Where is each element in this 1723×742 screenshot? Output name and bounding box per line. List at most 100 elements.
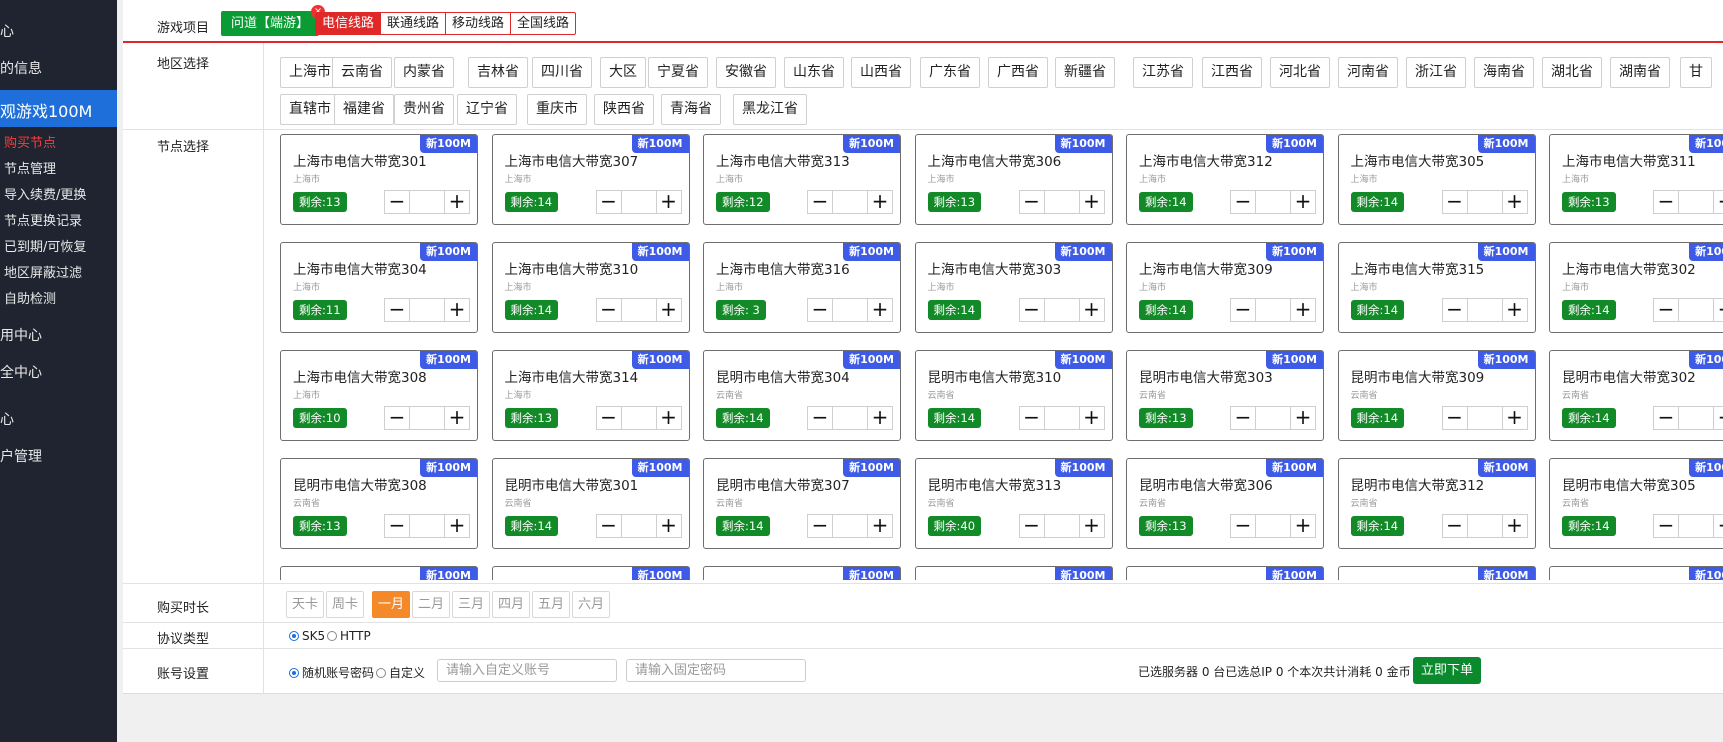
plus-icon[interactable]: +	[445, 191, 469, 213]
custom-account-input[interactable]	[437, 659, 617, 682]
region-button[interactable]: 海南省	[1474, 57, 1534, 88]
sidebar-item-my-info[interactable]: 的信息	[0, 59, 42, 79]
minus-icon[interactable]: −	[596, 299, 621, 321]
minus-icon[interactable]: −	[808, 299, 832, 321]
region-button[interactable]: 辽宁省	[457, 94, 517, 125]
plus-icon[interactable]: +	[1714, 191, 1723, 213]
node-card[interactable]: 新100M 昆明市电信大带宽312 云南省 剩余:14− +	[1337, 458, 1536, 549]
quantity-input[interactable]	[409, 515, 445, 537]
plus-icon[interactable]: +	[868, 407, 892, 429]
quantity-input[interactable]	[1678, 515, 1714, 537]
quantity-input[interactable]	[1678, 299, 1714, 321]
node-card[interactable]: 新100M 上海市电信大带宽308 上海市 剩余:10− +	[280, 350, 478, 441]
node-card[interactable]: 新100M 昆明市电信大带宽301 云南省 剩余:14− +	[491, 458, 690, 549]
node-card[interactable]: 新100M 昆明市电信大带宽310 云南省 剩余:14− +	[914, 350, 1113, 441]
minus-icon[interactable]: −	[1019, 515, 1044, 537]
plus-icon[interactable]: +	[1079, 407, 1104, 429]
minus-icon[interactable]: −	[808, 515, 832, 537]
quantity-input[interactable]	[832, 299, 868, 321]
region-button[interactable]: 福建省	[334, 94, 394, 125]
sidebar-sub-change-record[interactable]: 节点更换记录	[4, 210, 82, 229]
minus-icon[interactable]: −	[1019, 407, 1044, 429]
node-card[interactable]: 新100M	[491, 566, 690, 580]
plus-icon[interactable]: +	[445, 515, 469, 537]
node-card[interactable]: 新100M	[1549, 566, 1723, 580]
quantity-input[interactable]	[620, 515, 657, 537]
plus-icon[interactable]: +	[868, 515, 892, 537]
account-custom-radio[interactable]: 自定义	[376, 664, 425, 681]
sidebar-sub-expired[interactable]: 已到期/可恢复	[4, 236, 86, 255]
node-card[interactable]: 新100M	[703, 566, 901, 580]
plus-icon[interactable]: +	[1079, 191, 1104, 213]
plus-icon[interactable]: +	[656, 515, 681, 537]
sidebar-item-center[interactable]: 心	[0, 22, 14, 42]
minus-icon[interactable]: −	[596, 191, 621, 213]
plus-icon[interactable]: +	[1502, 299, 1527, 321]
node-card[interactable]: 新100M 上海市电信大带宽304 上海市 剩余:11− +	[280, 242, 478, 333]
node-card[interactable]: 新100M 昆明市电信大带宽308 云南省 剩余:13− +	[280, 458, 478, 549]
quantity-input[interactable]	[832, 191, 868, 213]
minus-icon[interactable]: −	[1231, 299, 1255, 321]
minus-icon[interactable]: −	[1442, 515, 1467, 537]
game-tag[interactable]: 问道【端游】 ×	[221, 5, 326, 36]
region-button[interactable]: 江西省	[1202, 57, 1262, 88]
quantity-input[interactable]	[1255, 407, 1291, 429]
region-button[interactable]: 广西省	[988, 57, 1048, 88]
quantity-input[interactable]	[832, 407, 868, 429]
sidebar-item-center-2[interactable]: 心	[0, 410, 14, 430]
region-button[interactable]: 重庆市	[527, 94, 587, 125]
sidebar-sub-buy-node[interactable]: 购买节点	[4, 132, 56, 151]
node-card[interactable]: 新100M 上海市电信大带宽307 上海市 剩余:14− +	[491, 134, 690, 225]
plus-icon[interactable]: +	[1714, 407, 1723, 429]
duration-option[interactable]: 天卡	[286, 591, 325, 618]
plus-icon[interactable]: +	[1502, 515, 1527, 537]
node-card[interactable]: 新100M 昆明市电信大带宽303 云南省 剩余:13− +	[1126, 350, 1324, 441]
quantity-input[interactable]	[1043, 299, 1080, 321]
plus-icon[interactable]: +	[868, 191, 892, 213]
minus-icon[interactable]: −	[1442, 191, 1467, 213]
plus-icon[interactable]: +	[656, 299, 681, 321]
node-card[interactable]: 新100M上海市电信大带宽302上海市剩余:14−+	[1549, 242, 1723, 333]
node-card[interactable]: 新100M	[1126, 566, 1324, 580]
minus-icon[interactable]: −	[596, 515, 621, 537]
tab-telecom[interactable]: 电信线路	[316, 13, 381, 34]
sidebar-sub-node-manage[interactable]: 节点管理	[4, 158, 56, 177]
minus-icon[interactable]: −	[1442, 299, 1467, 321]
region-button[interactable]: 山东省	[784, 57, 844, 88]
quantity-input[interactable]	[832, 515, 868, 537]
region-button[interactable]: 上海市	[280, 57, 340, 88]
plus-icon[interactable]: +	[445, 299, 469, 321]
minus-icon[interactable]: −	[1654, 299, 1678, 321]
region-button[interactable]: 江苏省	[1133, 57, 1193, 88]
duration-option[interactable]: 三月	[452, 591, 491, 618]
minus-icon[interactable]: −	[385, 407, 409, 429]
account-random-radio[interactable]: 随机账号密码	[289, 664, 374, 681]
minus-icon[interactable]: −	[808, 191, 832, 213]
plus-icon[interactable]: +	[1291, 407, 1315, 429]
node-card[interactable]: 新100M 上海市电信大带宽306 上海市 剩余:13− +	[914, 134, 1113, 225]
minus-icon[interactable]: −	[1654, 407, 1678, 429]
minus-icon[interactable]: −	[1654, 191, 1678, 213]
plus-icon[interactable]: +	[1714, 299, 1723, 321]
node-card[interactable]: 新100M 上海市电信大带宽315 上海市 剩余:14− +	[1337, 242, 1536, 333]
node-card[interactable]: 新100M 上海市电信大带宽309 上海市 剩余:14− +	[1126, 242, 1324, 333]
region-button[interactable]: 浙江省	[1406, 57, 1466, 88]
region-button[interactable]: 湖北省	[1542, 57, 1602, 88]
plus-icon[interactable]: +	[1079, 299, 1104, 321]
region-button[interactable]: 黑龙江省	[733, 94, 807, 125]
plus-icon[interactable]: +	[1291, 299, 1315, 321]
region-button[interactable]: 青海省	[661, 94, 721, 125]
duration-option[interactable]: 四月	[492, 591, 531, 618]
node-card[interactable]: 新100M 上海市电信大带宽312 上海市 剩余:14− +	[1126, 134, 1324, 225]
sidebar-item-game-100m[interactable]: 观游戏100M	[0, 90, 117, 127]
region-button[interactable]: 山西省	[851, 57, 911, 88]
minus-icon[interactable]: −	[385, 191, 409, 213]
plus-icon[interactable]: +	[656, 191, 681, 213]
region-button[interactable]: 四川省	[532, 57, 592, 88]
minus-icon[interactable]: −	[1442, 407, 1467, 429]
tab-unicom[interactable]: 联通线路	[380, 13, 445, 34]
quantity-input[interactable]	[1466, 299, 1503, 321]
minus-icon[interactable]: −	[385, 515, 409, 537]
quantity-input[interactable]	[1678, 407, 1714, 429]
minus-icon[interactable]: −	[1654, 515, 1678, 537]
